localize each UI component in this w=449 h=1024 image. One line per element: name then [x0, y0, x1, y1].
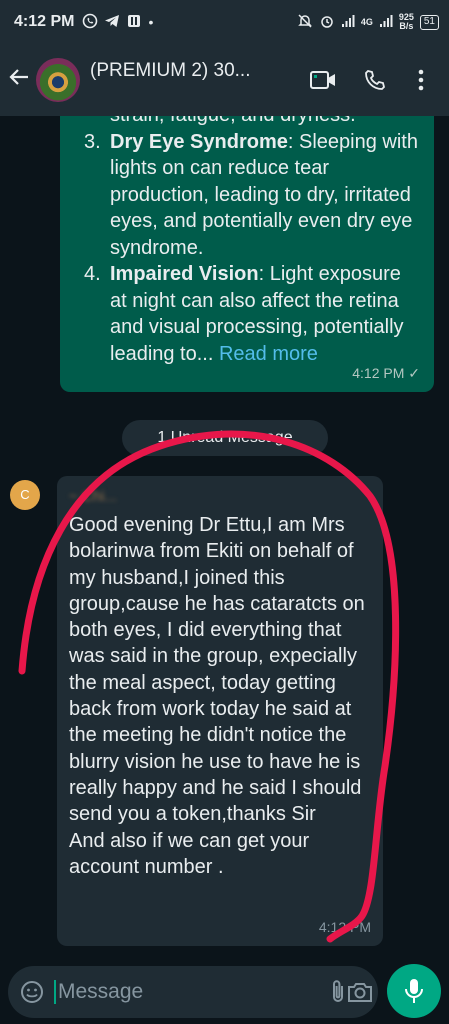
message-text: Good evening Dr Ettu,I am Mrs bolarinwa …: [69, 514, 365, 878]
message-cut-line: strain, fatigue, and dryness.: [110, 116, 420, 129]
video-call-button[interactable]: [297, 69, 349, 91]
bell-off-icon: [297, 13, 313, 32]
message-time: 4:12 PM: [318, 918, 371, 935]
message-compose-box: [8, 966, 378, 1018]
more-vert-icon: [418, 69, 424, 91]
more-options-button[interactable]: [401, 69, 441, 91]
outgoing-message-bubble[interactable]: strain, fatigue, and dryness. 3. Dry Eye …: [60, 116, 434, 392]
list-item-heading: Dry Eye Syndrome: [110, 130, 288, 153]
input-bar: [0, 958, 449, 1024]
chat-area[interactable]: strain, fatigue, and dryness. 3. Dry Eye …: [0, 116, 449, 958]
message-list: 3. Dry Eye Syndrome: Sleeping with lights…: [84, 129, 420, 368]
chat-subtitle: [90, 86, 297, 100]
net-speed-unit: B/s: [399, 21, 414, 31]
microphone-icon: [405, 979, 423, 1003]
phone-icon: [365, 70, 385, 90]
camera-button[interactable]: [347, 981, 373, 1003]
signal-icon-2: [379, 14, 393, 31]
group-avatar[interactable]: [36, 58, 80, 102]
paperclip-icon: [333, 980, 343, 1002]
voice-message-button[interactable]: [387, 964, 441, 1018]
sender-name[interactable]: ~ Chi...: [69, 484, 373, 508]
status-time: 4:12 PM: [14, 13, 75, 30]
signal-icon: [341, 14, 355, 31]
notification-dot-icon: •: [148, 14, 154, 30]
network-type: 4G: [360, 17, 373, 27]
status-bar: 4:12 PM • 4G 925 B/s 51: [0, 0, 449, 44]
chat-title-block[interactable]: (PREMIUM 2) 30...: [90, 60, 297, 100]
message-time: 4:12 PM: [352, 364, 405, 381]
list-item: 4. Impaired Vision: Light exposure at nig…: [84, 261, 420, 367]
list-item-number: 3.: [84, 130, 101, 153]
sent-tick-icon: ✓: [408, 364, 420, 381]
emoji-icon: [21, 981, 43, 1003]
emoji-button[interactable]: [20, 980, 44, 1004]
sender-avatar[interactable]: C: [10, 480, 40, 510]
app-icon: [126, 13, 142, 32]
whatsapp-icon: [82, 13, 98, 32]
video-call-icon: [310, 71, 335, 89]
chat-header: (PREMIUM 2) 30...: [0, 44, 449, 116]
list-item-heading: Impaired Vision: [110, 263, 259, 285]
list-item-number: 4.: [84, 263, 101, 285]
incoming-message-bubble[interactable]: ~ Chi... Good evening Dr Ettu,I am Mrs b…: [57, 476, 383, 946]
alarm-icon: [319, 13, 335, 32]
read-more-link[interactable]: Read more: [219, 343, 318, 365]
message-meta: 4:12 PM ✓: [352, 360, 420, 387]
battery-indicator: 51: [419, 14, 439, 30]
list-item: 3. Dry Eye Syndrome: Sleeping with lights…: [84, 129, 420, 262]
net-speed: 925 B/s: [399, 13, 414, 31]
telegram-icon: [104, 13, 120, 32]
unread-messages-divider: 1 Unread Message: [122, 420, 328, 456]
attach-button[interactable]: [329, 979, 347, 1005]
back-arrow-icon[interactable]: [8, 66, 36, 95]
message-input[interactable]: [54, 980, 329, 1004]
camera-icon: [348, 983, 372, 1002]
chat-title: (PREMIUM 2) 30...: [90, 60, 251, 81]
voice-call-button[interactable]: [349, 69, 401, 91]
